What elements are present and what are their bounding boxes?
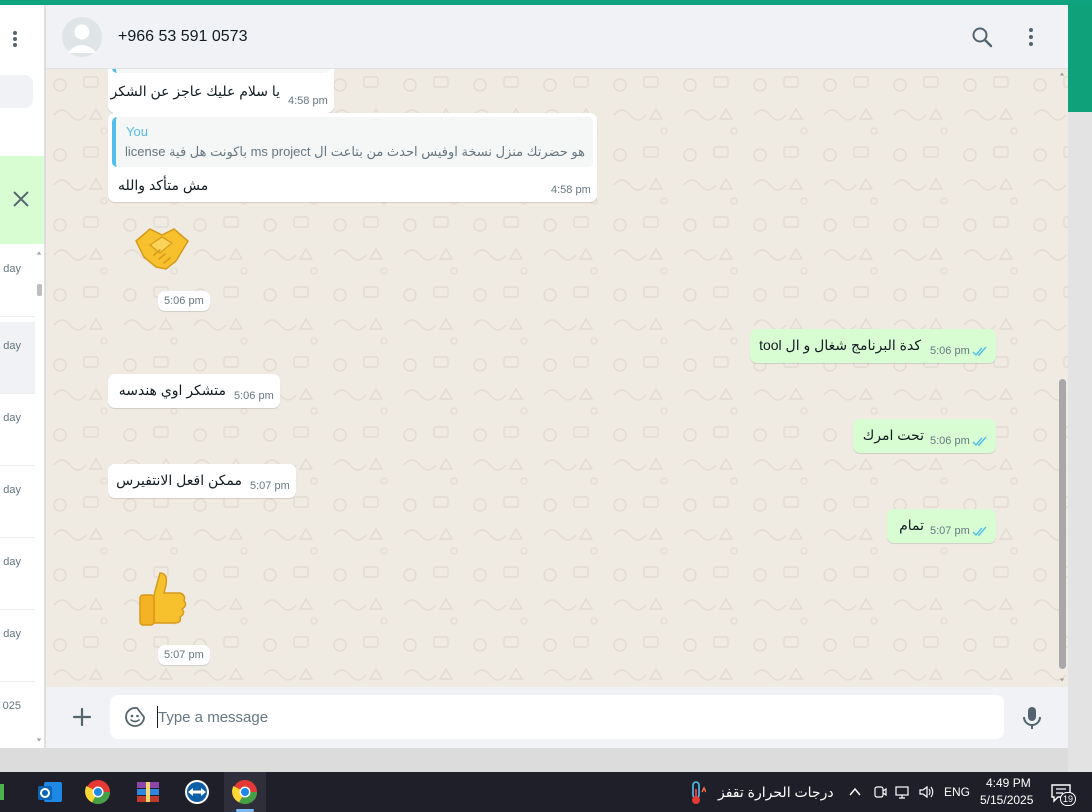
chat-date: day xyxy=(3,340,21,352)
chat-date: day xyxy=(3,263,21,275)
desktop-background xyxy=(1068,112,1092,772)
conversation-panel: +966 53 591 0573 يا سلام عليك عاجز عن ال… xyxy=(46,5,1068,748)
message-time: 4:58 pm xyxy=(288,95,328,107)
chat-list-item[interactable]: 025 xyxy=(0,682,35,748)
thermometer-icon[interactable] xyxy=(688,780,706,806)
message-composer xyxy=(46,687,1068,748)
chat-header[interactable]: +966 53 591 0573 xyxy=(46,5,1068,69)
chat-date: day xyxy=(3,628,21,640)
thumbs-up-emoji-icon xyxy=(139,572,187,626)
chat-date: 025 xyxy=(2,700,21,712)
message-text: ممكن افعل الانتفيرس xyxy=(116,472,242,488)
taskbar: درجات الحرارة تقفز ENG 4:49 PM 5/15/2025… xyxy=(0,772,1092,812)
read-ticks-icon xyxy=(972,526,987,537)
microphone-icon[interactable] xyxy=(1020,705,1044,731)
contact-avatar[interactable] xyxy=(62,17,102,57)
chat-scroll-thumb[interactable] xyxy=(1059,379,1066,669)
notification-count-badge: 19 xyxy=(1060,792,1076,806)
clock-time[interactable]: 4:49 PM xyxy=(986,776,1031,790)
message-text: متشكر اوي هندسه xyxy=(118,382,226,398)
message-text: تحت امرك xyxy=(862,427,924,443)
close-icon[interactable] xyxy=(10,188,32,210)
message-incoming[interactable]: يا سلام عليك عاجز عن الشكر 4:58 pm xyxy=(108,69,334,113)
quote-text: هو حضرتك منزل نسخة اوفيس احدث من بتاعت ا… xyxy=(124,144,585,159)
chat-list-item-selected[interactable]: day xyxy=(0,322,35,394)
plus-icon[interactable] xyxy=(70,705,94,729)
winrar-icon[interactable] xyxy=(134,778,162,806)
message-time: 5:06 pm xyxy=(930,345,970,357)
sidebar-search-box[interactable] xyxy=(0,75,33,108)
sidebar-menu-icon[interactable] xyxy=(8,27,22,49)
chat-list-sidebar: day day day day day day 025 xyxy=(0,5,45,748)
chrome-icon[interactable] xyxy=(84,778,112,806)
notification-banner xyxy=(0,156,44,244)
chevron-up-icon[interactable] xyxy=(848,785,862,799)
network-icon[interactable] xyxy=(894,784,910,800)
message-text: كدة البرنامج شغال و ال tool xyxy=(759,337,921,353)
weather-widget-text[interactable]: درجات الحرارة تقفز xyxy=(718,784,834,801)
meet-now-icon[interactable] xyxy=(872,784,888,800)
clock-date[interactable]: 5/15/2025 xyxy=(980,793,1033,807)
sticker-icon[interactable] xyxy=(123,705,147,729)
message-text: يا سلام عليك عاجز عن الشكر xyxy=(110,83,280,99)
message-time: 5:07 pm xyxy=(930,525,970,537)
message-time: 4:58 pm xyxy=(551,184,591,196)
message-time: 5:07 pm xyxy=(158,645,210,665)
contact-name[interactable]: +966 53 591 0573 xyxy=(118,28,247,46)
message-outgoing[interactable]: كدة البرنامج شغال و ال tool 5:06 pm xyxy=(750,329,996,363)
chat-list-item[interactable]: day xyxy=(0,466,35,538)
outlook-icon[interactable] xyxy=(36,778,64,806)
chat-date: day xyxy=(3,484,21,496)
search-icon[interactable] xyxy=(970,25,994,49)
quote-author: You xyxy=(126,124,148,139)
read-ticks-icon xyxy=(972,346,987,357)
message-list[interactable]: يا سلام عليك عاجز عن الشكر 4:58 pm You ه… xyxy=(46,69,1056,687)
message-input-box[interactable] xyxy=(110,695,1004,739)
quoted-message[interactable]: You هو حضرتك منزل نسخة اوفيس احدث من بتا… xyxy=(112,117,593,167)
volume-icon[interactable] xyxy=(918,784,934,800)
read-ticks-icon xyxy=(972,436,987,447)
kebab-menu-icon[interactable] xyxy=(1022,25,1040,49)
teamviewer-icon[interactable] xyxy=(183,778,211,806)
default-avatar-icon xyxy=(67,24,97,53)
chat-list-item[interactable]: day xyxy=(0,610,35,682)
files-app-icon[interactable] xyxy=(0,778,22,806)
message-incoming-reply[interactable]: You هو حضرتك منزل نسخة اوفيس احدث من بتا… xyxy=(108,113,597,202)
message-incoming[interactable]: متشكر اوي هندسه 5:06 pm xyxy=(108,374,280,408)
chat-date: day xyxy=(3,556,21,568)
chat-list-item[interactable]: day xyxy=(0,245,35,317)
message-text: مش متأكد والله xyxy=(118,177,209,193)
message-time: 5:07 pm xyxy=(250,480,290,492)
message-text: تمام xyxy=(899,517,924,533)
background-window-edge xyxy=(1068,5,1092,112)
message-outgoing[interactable]: تمام 5:07 pm xyxy=(887,509,996,543)
message-time: 5:06 pm xyxy=(930,435,970,447)
message-time: 5:06 pm xyxy=(158,291,210,311)
chat-list-item[interactable]: day xyxy=(0,538,35,610)
sidebar-scrollbar[interactable] xyxy=(35,250,43,745)
chat-scrollbar[interactable] xyxy=(1056,69,1068,687)
quoted-message-fragment xyxy=(112,69,330,73)
handshake-emoji-icon xyxy=(135,228,189,270)
chat-date: day xyxy=(3,412,21,424)
message-incoming[interactable]: ممكن افعل الانتفيرس 5:07 pm xyxy=(108,464,296,498)
language-indicator[interactable]: ENG xyxy=(944,785,970,799)
chat-list-item[interactable]: day xyxy=(0,394,35,466)
message-time: 5:06 pm xyxy=(234,390,274,402)
message-input[interactable] xyxy=(158,701,988,733)
message-outgoing[interactable]: تحت امرك 5:06 pm xyxy=(853,419,996,453)
chrome-icon-active[interactable] xyxy=(231,778,259,806)
sidebar-scroll-thumb[interactable] xyxy=(37,284,42,296)
